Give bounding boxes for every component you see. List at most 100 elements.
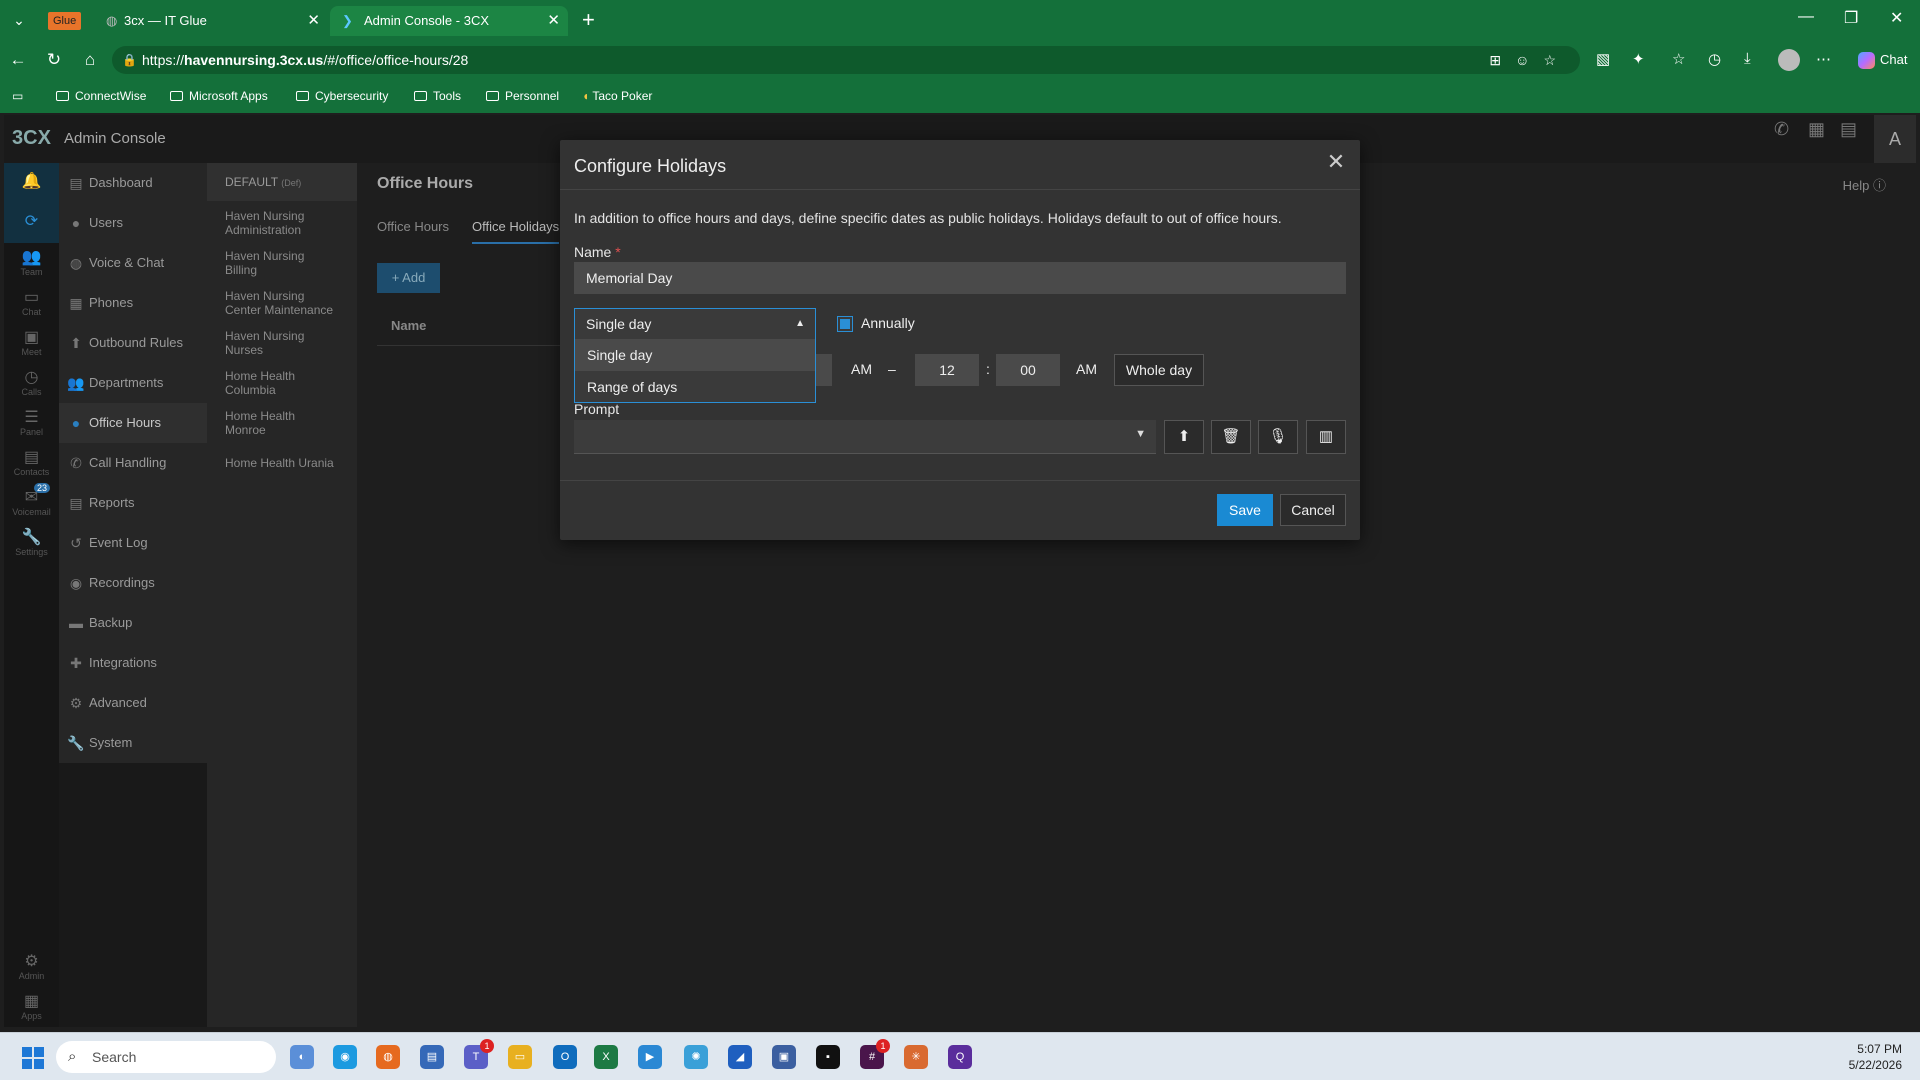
close-window-icon[interactable]: ✕ — [1890, 8, 1903, 28]
site-item[interactable]: Home Health Urania — [207, 456, 357, 470]
profile-avatar[interactable] — [1778, 49, 1800, 71]
nav-backup[interactable]: ▬ Backup — [59, 603, 207, 643]
browser-tab-itglue[interactable]: Glue ◍ 3cx — IT Glue ✕ — [40, 6, 328, 36]
network-icon[interactable]: ✺ — [684, 1045, 708, 1069]
minimize-icon[interactable]: — — [1798, 8, 1814, 26]
extension-icon[interactable]: ▧ — [1596, 50, 1610, 68]
bookmark-folder[interactable]: Cybersecurity — [296, 86, 388, 106]
edge-icon[interactable]: ◉ — [333, 1045, 357, 1069]
end-hour-field[interactable]: 12 — [915, 354, 979, 386]
whole-day-button[interactable]: Whole day — [1114, 354, 1204, 386]
nav-outbound-rules[interactable]: ⬆ Outbound Rules — [59, 323, 207, 363]
rail-admin[interactable]: ⚙ Admin — [4, 953, 59, 981]
holiday-type-select[interactable]: Single day ▲ — [574, 308, 816, 340]
app-icon[interactable]: ▪ — [816, 1045, 840, 1069]
site-item[interactable]: Home Health Columbia — [207, 369, 357, 397]
nav-voice-chat[interactable]: ◍ Voice & Chat — [59, 243, 207, 283]
3cx-home[interactable]: ⟳ — [4, 203, 59, 243]
home-icon[interactable]: ⌂ — [78, 48, 102, 72]
help-link[interactable]: Help ⓘ — [1843, 175, 1886, 194]
nav-reports[interactable]: ▤ Reports — [59, 483, 207, 523]
app-q-icon[interactable]: Q — [948, 1045, 972, 1069]
system-clock[interactable]: 5:07 PM 5/22/2026 — [1849, 1041, 1902, 1073]
tab-close-icon[interactable]: ✕ — [547, 6, 560, 36]
start-ampm[interactable]: AM — [851, 361, 872, 377]
prompt-select[interactable]: ▼ — [574, 420, 1156, 454]
shark-icon[interactable]: ◢ — [728, 1045, 752, 1069]
bookmark-folder[interactable]: Tools — [414, 86, 461, 106]
rail-apps[interactable]: ▦ Apps — [4, 993, 59, 1021]
outlook-icon[interactable]: O — [553, 1045, 577, 1069]
more-icon[interactable]: ⋯ — [1816, 50, 1831, 68]
back-icon[interactable]: ← — [6, 48, 30, 72]
bookmark-link[interactable]: ◖ Taco Poker — [582, 86, 652, 106]
notifications-bell[interactable]: 🔔 — [4, 163, 59, 203]
nav-system[interactable]: 🔧 System — [59, 723, 207, 763]
end-ampm[interactable]: AM — [1076, 361, 1097, 377]
restore-icon[interactable]: ❐ — [1844, 8, 1858, 28]
browser-tab-3cx[interactable]: ❯ Admin Console - 3CX ✕ — [330, 6, 568, 36]
column-header-name[interactable]: Name — [391, 318, 426, 333]
file-explorer-icon[interactable]: ▭ — [508, 1045, 532, 1069]
widgets-icon[interactable]: ◐ — [290, 1045, 314, 1069]
annually-checkbox[interactable] — [837, 316, 853, 332]
site-item[interactable]: Haven Nursing Billing — [207, 249, 357, 277]
tab-office-hours[interactable]: Office Hours — [377, 219, 449, 234]
rail-calls[interactable]: ◷ Calls — [4, 369, 59, 397]
close-icon[interactable]: ✕ — [1324, 150, 1348, 174]
firefox-icon[interactable]: ◍ — [376, 1045, 400, 1069]
site-default[interactable]: DEFAULT (Def) — [207, 163, 357, 201]
tab-list-button[interactable]: ⌄ — [6, 8, 32, 32]
nav-phones[interactable]: ▦ Phones — [59, 283, 207, 323]
nav-event-log[interactable]: ↺ Event Log — [59, 523, 207, 563]
rail-team[interactable]: 👥 Team — [4, 249, 59, 277]
remote-icon[interactable]: ▶ — [638, 1045, 662, 1069]
url-action-icons[interactable]: ⊞☺☆ — [1489, 46, 1570, 74]
start-button[interactable] — [22, 1047, 44, 1069]
refresh-icon[interactable]: ↻ — [42, 48, 66, 72]
user-avatar[interactable]: A — [1874, 115, 1916, 163]
nav-office-hours[interactable]: ● Office Hours — [59, 403, 207, 443]
nav-departments[interactable]: 👥 Departments — [59, 363, 207, 403]
site-item[interactable]: Home Health Monroe — [207, 409, 357, 437]
book-icon[interactable]: ▤ — [1840, 119, 1857, 140]
history-icon[interactable]: ◷ — [1708, 50, 1721, 68]
phone-icon[interactable]: ✆ — [1774, 119, 1789, 140]
nav-recordings[interactable]: ◉ Recordings — [59, 563, 207, 603]
rail-meet[interactable]: ▣ Meet — [4, 329, 59, 357]
rail-chat[interactable]: ▭ Chat — [4, 289, 59, 317]
bookmark-folder[interactable]: Microsoft Apps — [170, 86, 268, 106]
tab-office-holidays[interactable]: Office Holidays — [472, 219, 560, 244]
copilot-chat-button[interactable]: Chat — [1850, 46, 1914, 74]
claude-icon[interactable]: ✳ — [904, 1045, 928, 1069]
site-item[interactable]: Haven Nursing Center Maintenance — [207, 289, 357, 317]
nav-integrations[interactable]: ✚ Integrations — [59, 643, 207, 683]
url-field[interactable]: 🔒 https://havennursing.3cx.us/#/office/o… — [112, 46, 1580, 74]
bookmark-folder[interactable]: Personnel — [486, 86, 559, 106]
rail-contacts[interactable]: ▤ Contacts — [4, 449, 59, 477]
excel-icon[interactable]: X — [594, 1045, 618, 1069]
qr-icon[interactable]: ▦ — [1808, 119, 1825, 140]
terminal-icon[interactable]: ▣ — [772, 1045, 796, 1069]
nav-dashboard[interactable]: ▤ Dashboard — [59, 163, 207, 203]
downloads-icon[interactable]: ⤓ — [1744, 50, 1751, 67]
tab-close-icon[interactable]: ✕ — [307, 6, 320, 36]
save-button[interactable]: Save — [1217, 494, 1273, 526]
add-button[interactable]: + Add — [377, 263, 440, 293]
rail-voicemail[interactable]: ✉ 23 Voicemail — [4, 483, 59, 517]
option-range-of-days[interactable]: Range of days — [575, 371, 815, 403]
prompt-library-button[interactable]: ▥ — [1306, 420, 1346, 454]
nav-call-handling[interactable]: ✆ Call Handling — [59, 443, 207, 483]
bookmark-folder[interactable]: ConnectWise — [56, 86, 146, 106]
puzzle-icon[interactable]: ✦ — [1632, 50, 1645, 68]
upload-prompt-button[interactable]: ⬆ — [1164, 420, 1204, 454]
cancel-button[interactable]: Cancel — [1280, 494, 1346, 526]
record-prompt-button[interactable]: 🎙 — [1258, 420, 1298, 454]
bookmarks-menu-icon[interactable]: ▭ — [12, 86, 23, 106]
rail-settings[interactable]: 🔧 Settings — [4, 529, 59, 557]
delete-prompt-button[interactable]: 🗑 — [1211, 420, 1251, 454]
site-item[interactable]: Haven Nursing Nurses — [207, 329, 357, 357]
end-minute-field[interactable]: 00 — [996, 354, 1060, 386]
taskbar-search[interactable]: ⌕ Search — [56, 1041, 276, 1073]
nav-users[interactable]: ● Users — [59, 203, 207, 243]
